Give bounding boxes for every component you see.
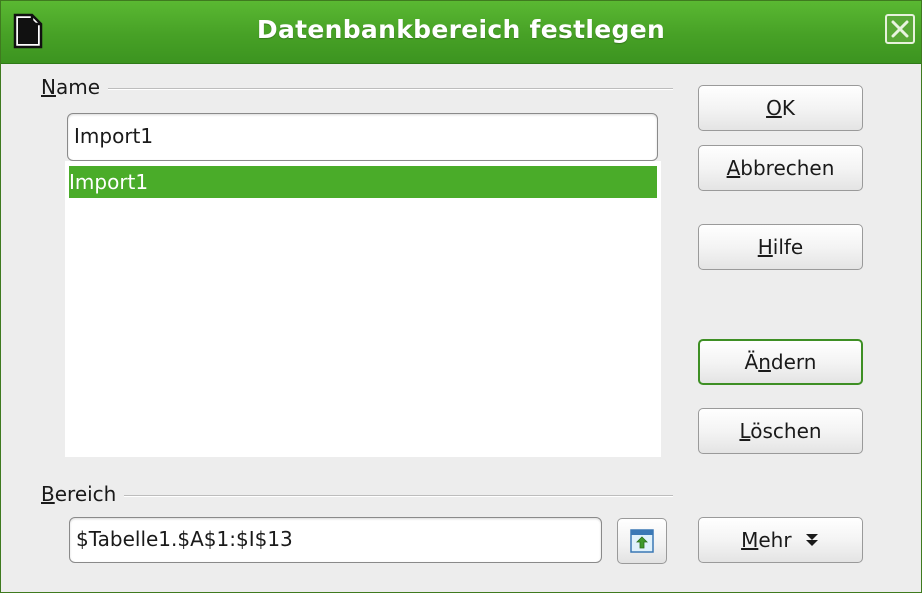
shrink-dialog-button[interactable] — [617, 518, 667, 564]
dialog-title: Datenbankbereich festlegen — [256, 15, 666, 44]
name-label-rest: ame — [55, 75, 101, 99]
more-label-mnemonic: M — [741, 528, 759, 552]
range-section-divider — [41, 495, 673, 497]
more-label-post: ehr — [758, 528, 792, 552]
help-button[interactable]: Hilfe — [698, 224, 863, 270]
modify-label-pre: Ä — [744, 350, 759, 374]
name-label-mnemonic: N — [41, 75, 56, 99]
cancel-button[interactable]: Abbrechen — [698, 145, 863, 191]
modify-button[interactable]: Ändern — [698, 339, 863, 385]
range-section-label: Bereich — [41, 482, 125, 506]
more-button[interactable]: Mehr — [698, 517, 863, 563]
cancel-label-post: bbrechen — [740, 156, 835, 180]
ok-label-post: K — [781, 96, 795, 120]
name-input[interactable]: Import1 — [67, 113, 658, 161]
name-section-divider — [41, 88, 673, 90]
range-name-list[interactable]: Import1 — [65, 161, 661, 457]
ok-label-mnemonic: O — [766, 96, 782, 120]
range-label-mnemonic: B — [41, 482, 55, 506]
delete-button[interactable]: Löschen — [698, 408, 863, 454]
cancel-label-mnemonic: A — [726, 156, 741, 180]
close-button[interactable] — [885, 14, 915, 44]
list-item[interactable]: Import1 — [69, 166, 657, 198]
shrink-dialog-icon — [630, 529, 654, 553]
help-label-post: ilfe — [772, 235, 804, 259]
delete-label-post: öschen — [750, 419, 822, 443]
name-section-label: Name — [41, 75, 109, 99]
delete-label-mnemonic: L — [739, 419, 751, 443]
double-chevron-down-icon — [805, 534, 818, 546]
modify-label-post: dern — [770, 350, 817, 374]
dialog-content: Name Import1 Import1 Bereich $Tabelle1.$… — [1, 64, 921, 592]
title-bar[interactable]: Datenbankbereich festlegen — [1, 1, 921, 64]
modify-label-mnemonic: n — [758, 350, 771, 374]
range-input[interactable]: $Tabelle1.$A$1:$I$13 — [69, 517, 602, 563]
dialog-window: Datenbankbereich festlegen Name Import1 … — [0, 0, 922, 593]
help-label-mnemonic: H — [757, 235, 773, 259]
ok-button[interactable]: OK — [698, 85, 863, 131]
close-icon — [891, 20, 909, 38]
range-label-rest: ereich — [54, 482, 117, 506]
